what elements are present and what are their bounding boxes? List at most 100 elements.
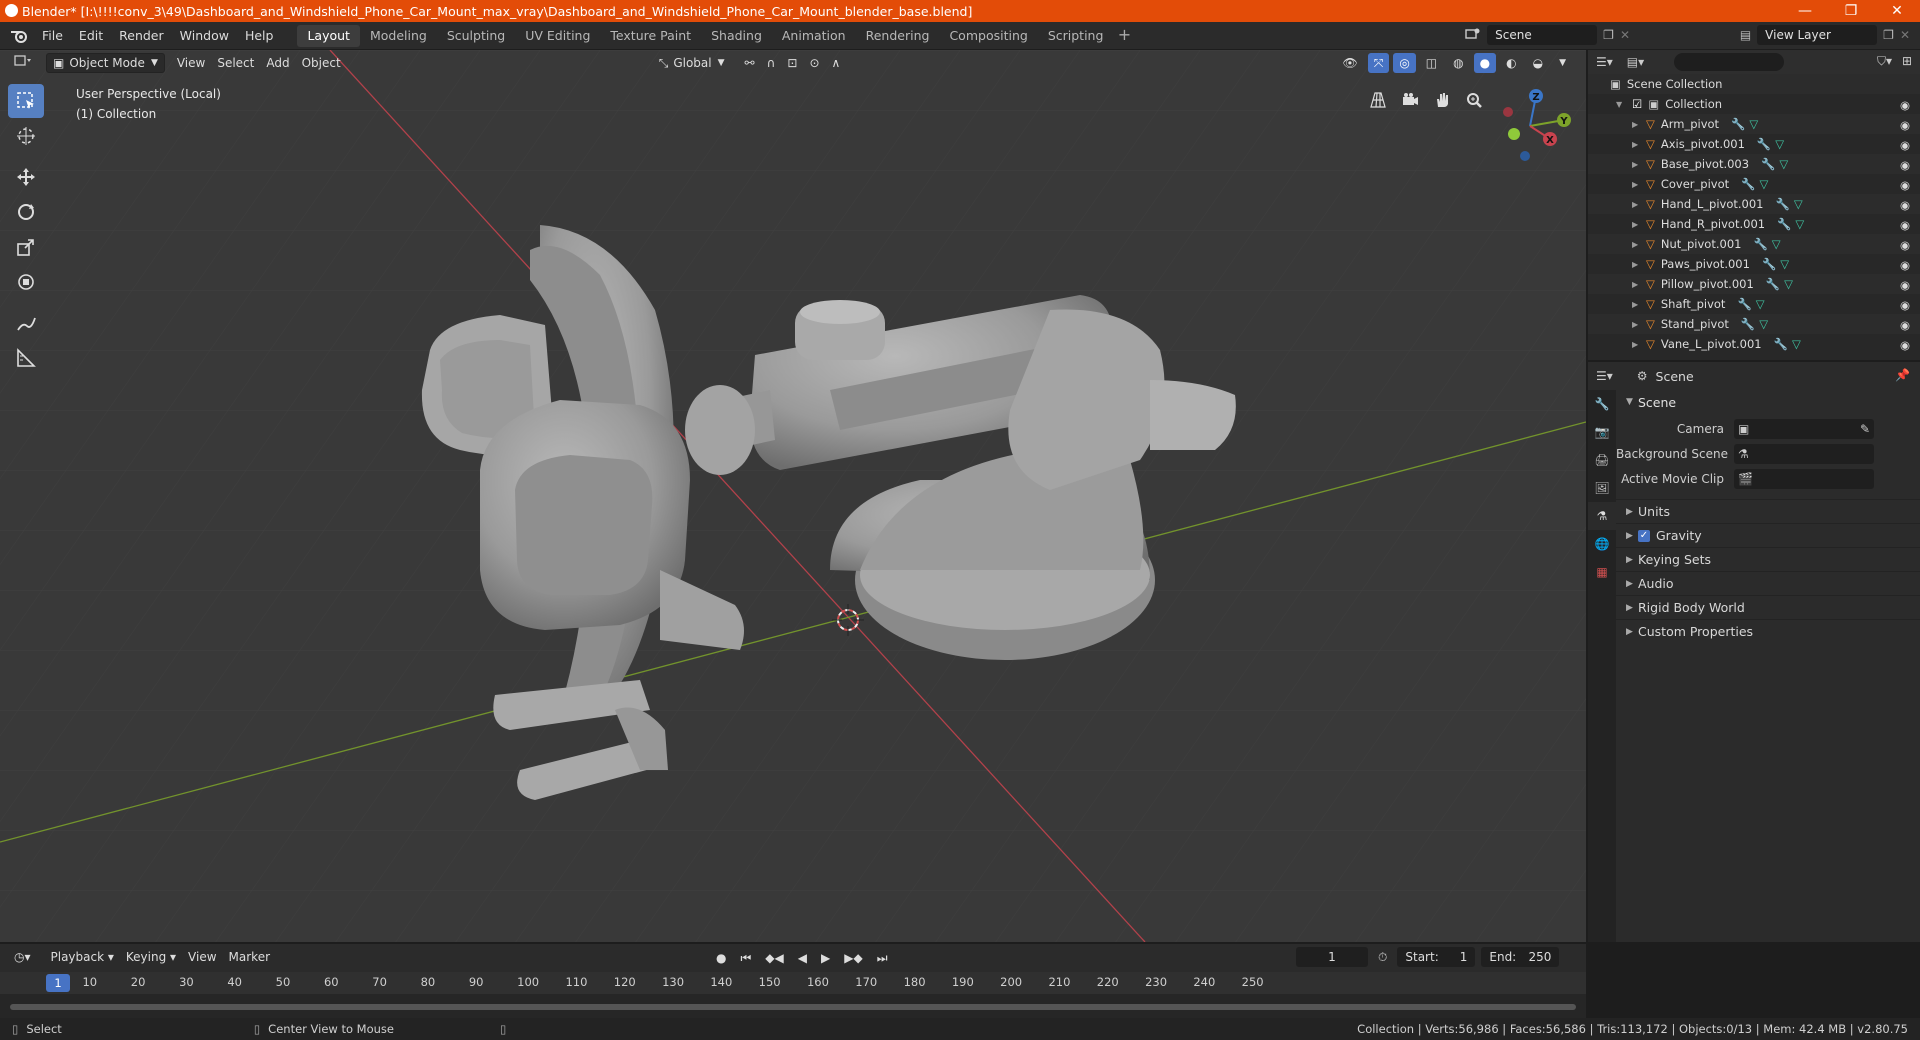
- outliner-item[interactable]: ▶ ▽ Vane_L_pivot.001 🔧 ▽ ◉: [1588, 334, 1920, 354]
- tab-sculpting[interactable]: Sculpting: [437, 25, 515, 47]
- units-panel[interactable]: ▶ Units: [1616, 499, 1920, 523]
- menu-render[interactable]: Render: [111, 25, 172, 47]
- expand-arrow-icon[interactable]: ▶: [1632, 220, 1642, 229]
- eye-icon[interactable]: ◉: [1900, 118, 1910, 132]
- grid-view-icon[interactable]: [1364, 86, 1392, 114]
- tab-scripting[interactable]: Scripting: [1038, 25, 1114, 47]
- modifier-wrench-icon[interactable]: 🔧: [1774, 337, 1788, 351]
- mesh-data-icon[interactable]: ▽: [1784, 277, 1793, 291]
- eye-icon[interactable]: ◉: [1900, 238, 1910, 252]
- viewport-menu-add[interactable]: Add: [260, 53, 295, 73]
- tab-layout[interactable]: Layout: [297, 24, 360, 47]
- mesh-data-icon[interactable]: ▽: [1794, 197, 1803, 211]
- eyedropper-icon[interactable]: ✎: [1860, 422, 1870, 436]
- menu-file[interactable]: File: [34, 25, 71, 47]
- cursor-tool[interactable]: [8, 119, 44, 153]
- proportional-edit-icon[interactable]: ⊙: [803, 53, 825, 73]
- expand-arrow-icon[interactable]: ▶: [1632, 320, 1642, 329]
- close-button[interactable]: ✕: [1874, 0, 1920, 22]
- snap-target-icon[interactable]: ⊡: [781, 53, 803, 73]
- expand-arrow-icon[interactable]: ▶: [1632, 200, 1642, 209]
- view-layer-tab-icon[interactable]: 🖼: [1588, 474, 1616, 502]
- mesh-data-icon[interactable]: ▽: [1779, 157, 1788, 171]
- timeline-menu-keying[interactable]: Keying ▾: [120, 947, 182, 967]
- editor-type-icon[interactable]: [8, 53, 40, 73]
- viewport-menu-object[interactable]: Object: [296, 53, 347, 73]
- view-layer-icon[interactable]: ▤: [1740, 28, 1751, 42]
- expand-arrow-icon[interactable]: ▶: [1632, 280, 1642, 289]
- maximize-button[interactable]: ❐: [1828, 0, 1874, 22]
- shading-wireframe-icon[interactable]: ◍: [1447, 53, 1469, 73]
- outliner-item[interactable]: ▶ ▽ Arm_pivot 🔧 ▽ ◉: [1588, 114, 1920, 134]
- expand-arrow-icon[interactable]: ▼: [1616, 100, 1626, 109]
- keying-sets-panel[interactable]: ▶ Keying Sets: [1616, 547, 1920, 571]
- mesh-data-icon[interactable]: ▽: [1759, 177, 1768, 191]
- outliner-item[interactable]: ▶ ▽ Shaft_pivot 🔧 ▽ ◉: [1588, 294, 1920, 314]
- eye-icon[interactable]: ◉: [1900, 338, 1910, 352]
- modifier-wrench-icon[interactable]: 🔧: [1737, 297, 1751, 311]
- expand-arrow-icon[interactable]: ▶: [1632, 160, 1642, 169]
- current-frame-field[interactable]: 1: [1296, 947, 1368, 967]
- mesh-data-icon[interactable]: ▽: [1780, 257, 1789, 271]
- modifier-wrench-icon[interactable]: 🔧: [1776, 197, 1790, 211]
- menu-edit[interactable]: Edit: [71, 25, 111, 47]
- timeline-menu-view[interactable]: View: [182, 947, 222, 967]
- record-icon[interactable]: ●: [710, 948, 732, 968]
- outliner-item[interactable]: ▶ ▽ Stand_pivot 🔧 ▽ ◉: [1588, 314, 1920, 334]
- tab-rendering[interactable]: Rendering: [856, 25, 940, 47]
- output-tab-icon[interactable]: 🖨: [1588, 446, 1616, 474]
- scene-panel-header[interactable]: ▼ Scene: [1616, 390, 1920, 414]
- tab-compositing[interactable]: Compositing: [939, 25, 1037, 47]
- end-frame-field[interactable]: End: 250: [1481, 947, 1560, 967]
- outliner-item[interactable]: ▶ ▽ Axis_pivot.001 🔧 ▽ ◉: [1588, 134, 1920, 154]
- scene-name-field[interactable]: Scene: [1487, 25, 1598, 45]
- new-view-layer-icon[interactable]: ❐: [1883, 28, 1894, 42]
- tab-uv-editing[interactable]: UV Editing: [515, 25, 600, 47]
- modifier-wrench-icon[interactable]: 🔧: [1762, 257, 1776, 271]
- outliner-editor-icon[interactable]: ☰▾: [1596, 55, 1613, 69]
- timeline-scrollbar[interactable]: [10, 1004, 1576, 1010]
- scene-icon[interactable]: [1465, 27, 1481, 44]
- start-frame-field[interactable]: Start: 1: [1397, 947, 1476, 967]
- proportional-falloff-icon[interactable]: ∧: [826, 53, 847, 73]
- tab-shading[interactable]: Shading: [701, 25, 772, 47]
- current-frame-indicator[interactable]: 1: [46, 974, 70, 992]
- expand-arrow-icon[interactable]: ▶: [1632, 180, 1642, 189]
- viewport-menu-view[interactable]: View: [171, 53, 211, 73]
- move-tool[interactable]: [8, 160, 44, 194]
- display-mode-icon[interactable]: ▤▾: [1627, 55, 1644, 69]
- modifier-wrench-icon[interactable]: 🔧: [1766, 277, 1780, 291]
- gravity-panel[interactable]: ▶ ✓ Gravity: [1616, 523, 1920, 547]
- timeline-editor-icon[interactable]: ◷▾: [8, 947, 37, 967]
- eye-icon[interactable]: ◉: [1900, 178, 1910, 192]
- mesh-data-icon[interactable]: ▽: [1795, 217, 1804, 231]
- zoom-icon[interactable]: [1460, 86, 1488, 114]
- select-box-tool[interactable]: [8, 84, 44, 118]
- outliner-collection[interactable]: ▼ ☑ ▣ Collection ◉: [1588, 94, 1920, 114]
- outliner-item[interactable]: ▶ ▽ Pillow_pivot.001 🔧 ▽ ◉: [1588, 274, 1920, 294]
- tab-modeling[interactable]: Modeling: [360, 25, 437, 47]
- render-tab-icon[interactable]: 📷: [1588, 418, 1616, 446]
- rigid-body-world-panel[interactable]: ▶ Rigid Body World: [1616, 595, 1920, 619]
- collection-checkbox[interactable]: ☑: [1632, 97, 1642, 111]
- object-mode-dropdown[interactable]: ▣ Object Mode ▼: [46, 53, 165, 73]
- outliner-item[interactable]: ▶ ▽ Nut_pivot.001 🔧 ▽ ◉: [1588, 234, 1920, 254]
- outliner-search-input[interactable]: [1674, 53, 1785, 71]
- viewport-menu-select[interactable]: Select: [211, 53, 260, 73]
- add-workspace-icon[interactable]: +: [1113, 25, 1135, 47]
- eye-icon[interactable]: ◉: [1900, 258, 1910, 272]
- mesh-data-icon[interactable]: ▽: [1759, 317, 1768, 331]
- shading-rendered-icon[interactable]: ◒: [1527, 53, 1549, 73]
- mesh-data-icon[interactable]: ▽: [1792, 337, 1801, 351]
- mesh-data-icon[interactable]: ▽: [1775, 137, 1784, 151]
- modifier-wrench-icon[interactable]: 🔧: [1777, 217, 1791, 231]
- modifier-wrench-icon[interactable]: 🔧: [1753, 237, 1767, 251]
- gravity-checkbox[interactable]: ✓: [1638, 529, 1650, 542]
- pivot-point-icon[interactable]: ⚯: [739, 53, 761, 73]
- filter-icon[interactable]: ⛉▾: [1877, 54, 1892, 69]
- expand-arrow-icon[interactable]: ▶: [1632, 240, 1642, 249]
- jump-end-icon[interactable]: ⏭: [871, 948, 894, 968]
- play-icon[interactable]: ▶: [815, 948, 836, 968]
- stopwatch-icon[interactable]: ⏱: [1378, 950, 1387, 965]
- 3d-viewport[interactable]: ▣ Object Mode ▼ View Select Add Object ⤡…: [0, 50, 1586, 942]
